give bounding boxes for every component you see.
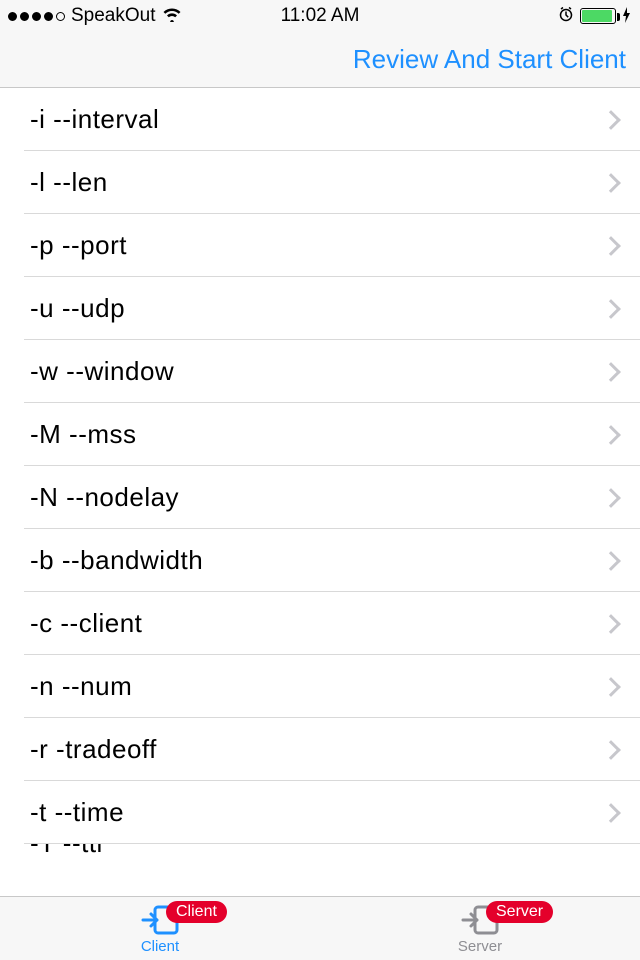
option-label: -w --window	[30, 356, 604, 387]
option-label: -T --ttl	[30, 844, 618, 859]
option-label: -N --nodelay	[30, 482, 604, 513]
chevron-right-icon	[601, 677, 621, 697]
option-label: -u --udp	[30, 293, 604, 324]
option-label: -b --bandwidth	[30, 545, 604, 576]
chevron-right-icon	[601, 110, 621, 130]
list-item[interactable]: -c --client	[0, 592, 640, 655]
chevron-right-icon	[601, 740, 621, 760]
list-item[interactable]: -t --time	[0, 781, 640, 844]
list-item[interactable]: -n --num	[0, 655, 640, 718]
list-item[interactable]: -b --bandwidth	[0, 529, 640, 592]
option-label: -l --len	[30, 167, 604, 198]
list-item[interactable]: -N --nodelay	[0, 466, 640, 529]
list-item[interactable]: -u --udp	[0, 277, 640, 340]
option-label: -n --num	[30, 671, 604, 702]
status-right	[558, 6, 632, 27]
carrier-label: SpeakOut	[71, 5, 156, 27]
list-item[interactable]: -w --window	[0, 340, 640, 403]
chevron-right-icon	[601, 362, 621, 382]
chevron-right-icon	[601, 236, 621, 256]
list-item[interactable]: -l --len	[0, 151, 640, 214]
battery-icon	[580, 8, 616, 24]
charging-icon	[622, 7, 632, 26]
option-label: -p --port	[30, 230, 604, 261]
review-start-client-button[interactable]: Review And Start Client	[353, 44, 626, 75]
status-bar: SpeakOut 11:02 AM	[0, 0, 640, 32]
list-item[interactable]: -M --mss	[0, 403, 640, 466]
chevron-right-icon	[601, 488, 621, 508]
tab-server[interactable]: Server Server	[320, 897, 640, 960]
status-left: SpeakOut	[8, 5, 182, 27]
chevron-right-icon	[601, 551, 621, 571]
list-item[interactable]: -i --interval	[0, 88, 640, 151]
tab-server-label: Server	[458, 938, 502, 955]
option-label: -c --client	[30, 608, 604, 639]
chevron-right-icon	[601, 425, 621, 445]
option-label: -i --interval	[30, 104, 604, 135]
wifi-icon	[162, 6, 182, 27]
options-list: -i --interval -l --len -p --port -u --ud…	[0, 88, 640, 872]
chevron-right-icon	[601, 803, 621, 823]
chevron-right-icon	[601, 299, 621, 319]
chevron-right-icon	[601, 173, 621, 193]
option-label: -t --time	[30, 797, 604, 828]
tab-client[interactable]: Client Client	[0, 897, 320, 960]
tab-server-badge: Server	[486, 901, 553, 923]
chevron-right-icon	[601, 614, 621, 634]
option-label: -r -tradeoff	[30, 734, 604, 765]
alarm-icon	[558, 6, 574, 27]
tab-bar: Client Client Server Server	[0, 896, 640, 960]
navigation-bar: Review And Start Client	[0, 32, 640, 88]
list-item[interactable]: -p --port	[0, 214, 640, 277]
tab-client-label: Client	[141, 938, 179, 955]
list-item[interactable]: -T --ttl	[0, 844, 640, 872]
tab-client-badge: Client	[166, 901, 227, 923]
clock-label: 11:02 AM	[281, 5, 360, 27]
list-item[interactable]: -r -tradeoff	[0, 718, 640, 781]
option-label: -M --mss	[30, 419, 604, 450]
signal-strength-icon	[8, 12, 65, 21]
